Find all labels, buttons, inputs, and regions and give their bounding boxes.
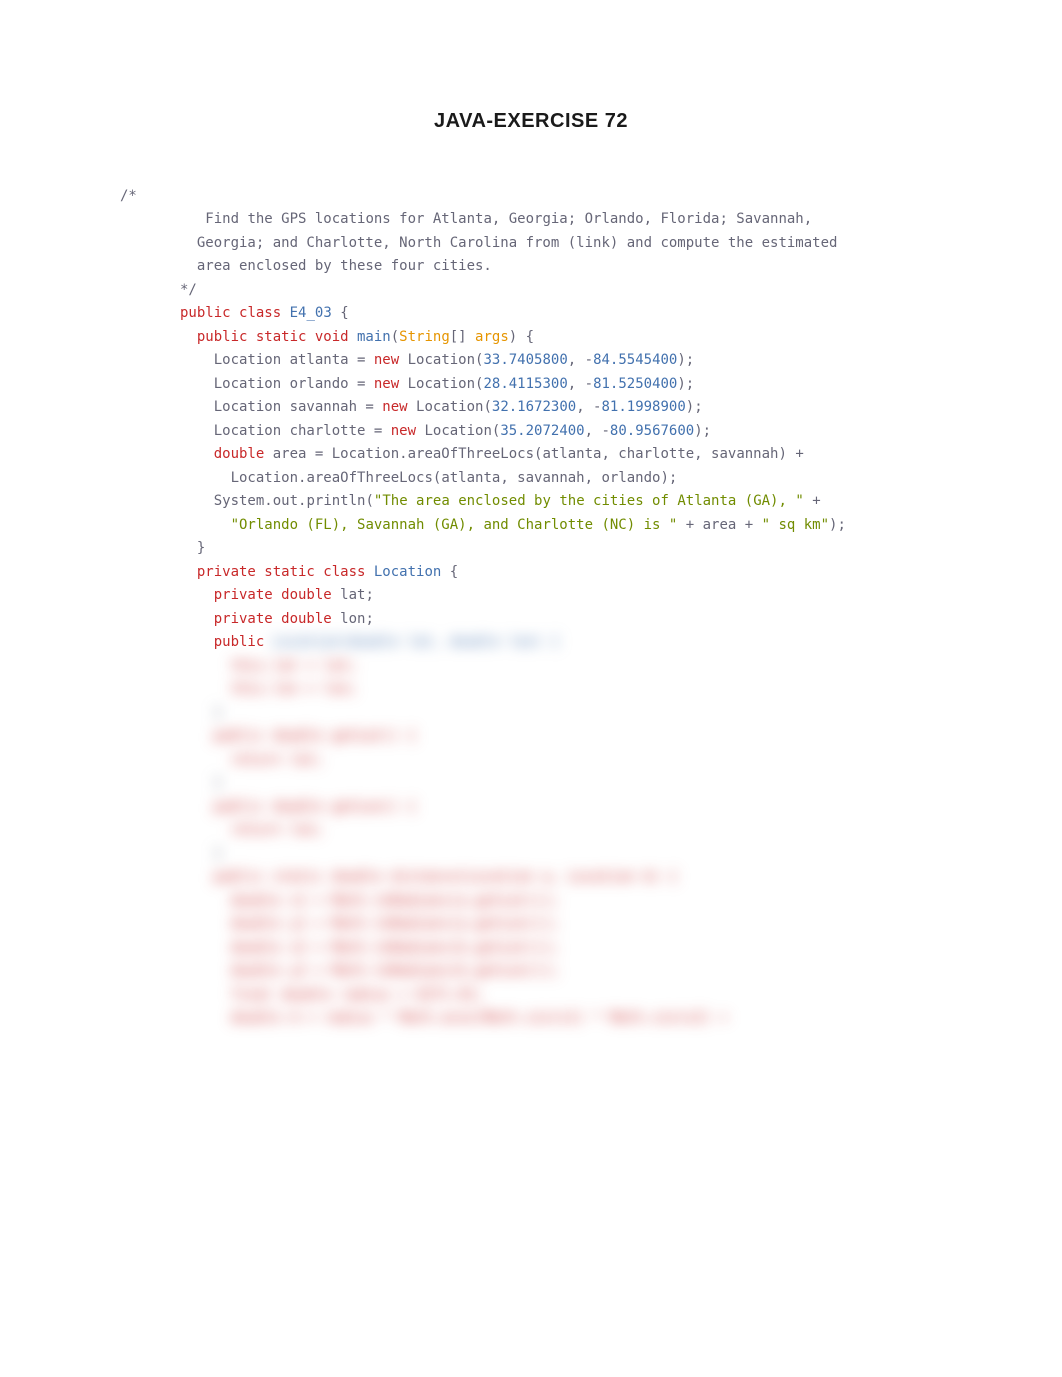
class-name: E4_03 (290, 305, 332, 321)
string-3: " sq km" (762, 517, 829, 533)
lon-name: lon; (332, 611, 374, 627)
sep: , - (568, 352, 593, 368)
orlando-lon: 81.5250400 (593, 376, 677, 392)
charlotte-call: Location( (416, 423, 500, 439)
kw-class: class (239, 305, 281, 321)
str2-indent (180, 517, 231, 533)
orlando-call: Location( (399, 376, 483, 392)
inner-name: Location (365, 564, 441, 580)
lat-mods: private double (180, 587, 332, 603)
str2-mid: + area + (677, 517, 761, 533)
ctor-public: public (180, 634, 264, 650)
main-modifiers: public static void (180, 329, 349, 345)
charlotte-decl: Location charlotte = (180, 423, 391, 439)
comment-open: /* (120, 185, 942, 209)
area-call2-pre: Location (180, 470, 298, 486)
type-string: String (399, 329, 450, 345)
close: ); (677, 352, 694, 368)
system: System (180, 493, 264, 509)
dot: . (399, 446, 407, 462)
page-title: JAVA-EXERCISE 72 (120, 110, 942, 133)
println-close: ); (829, 517, 846, 533)
dot: . (264, 493, 272, 509)
savannah-decl: Location savannah = (180, 399, 382, 415)
plus: + (804, 493, 821, 509)
savannah-lat: 32.1672300 (492, 399, 576, 415)
area-call1: areaOfThreeLocs(atlanta, charlotte, sava… (408, 446, 796, 462)
comment-body: Find the GPS locations for Atlanta, Geor… (180, 211, 837, 298)
kw-new: new (374, 376, 399, 392)
kw-public: public (180, 305, 231, 321)
brace: { (332, 305, 349, 321)
charlotte-lat: 35.2072400 (500, 423, 584, 439)
println: println( (306, 493, 373, 509)
atlanta-call: Location( (399, 352, 483, 368)
orlando-lat: 28.4115300 (483, 376, 567, 392)
area-indent (180, 446, 214, 462)
orlando-decl: Location orlando = (180, 376, 374, 392)
atlanta-lat: 33.7405800 (483, 352, 567, 368)
string-2: "Orlando (FL), Savannah (GA), and Charlo… (231, 517, 678, 533)
kw-new: new (391, 423, 416, 439)
area-call2: areaOfThreeLocs(atlanta, savannah, orlan… (306, 470, 677, 486)
brace: { (441, 564, 458, 580)
array-brackets: [] (450, 329, 475, 345)
lon-mods: private double (180, 611, 332, 627)
code-block: /* Find the GPS locations for Atlanta, G… (120, 161, 942, 1031)
brace-close: } (180, 540, 205, 556)
plus: + (795, 446, 803, 462)
atlanta-decl: Location atlanta = (180, 352, 374, 368)
args: args (475, 329, 509, 345)
kw-double: double (214, 446, 265, 462)
sep: , - (585, 423, 610, 439)
close: ); (694, 423, 711, 439)
kw-new: new (382, 399, 407, 415)
area-assign: area = Location (264, 446, 399, 462)
main-name: main (349, 329, 391, 345)
close: ); (677, 376, 694, 392)
out: out (273, 493, 298, 509)
savannah-lon: 81.1998900 (601, 399, 685, 415)
paren-close: ) { (509, 329, 534, 345)
sep: , - (576, 399, 601, 415)
blurred-content: Location(double lat, double lon) { this.… (180, 634, 728, 1026)
savannah-call: Location( (408, 399, 492, 415)
atlanta-lon: 84.5545400 (593, 352, 677, 368)
close: ); (686, 399, 703, 415)
string-1: "The area enclosed by the cities of Atla… (374, 493, 804, 509)
lat-name: lat; (332, 587, 374, 603)
charlotte-lon: 80.9567600 (610, 423, 694, 439)
sep: , - (568, 376, 593, 392)
kw-new: new (374, 352, 399, 368)
inner-mods: private static class (180, 564, 365, 580)
paren: ( (391, 329, 399, 345)
